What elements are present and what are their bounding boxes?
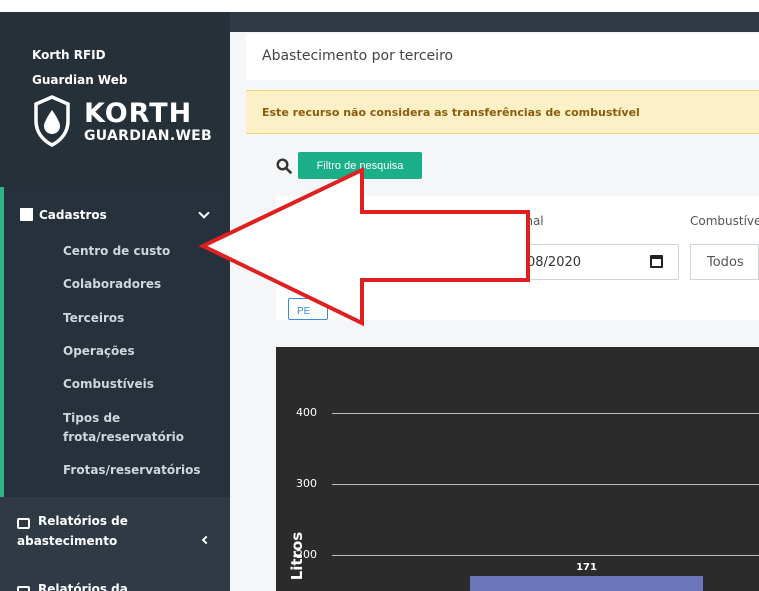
active-indicator — [0, 187, 4, 497]
alert-text: Este recurso não considera as transferên… — [262, 106, 640, 119]
warning-alert: Este recurso não considera as transferên… — [246, 90, 759, 134]
menu-head-label: Cadastros — [39, 208, 107, 222]
logo-title: KORTH — [84, 98, 193, 129]
search-button[interactable]: PE — [288, 298, 328, 320]
printer-icon — [17, 586, 30, 591]
combustivel-label: Combustíve — [690, 214, 759, 228]
menu-head-cadastros[interactable]: Cadastros — [20, 205, 220, 225]
sidebar-item-relatorios-da[interactable]: Relatórios da — [0, 580, 230, 591]
sidebar-item-tipos-de-frota-line1[interactable]: Tipos de — [63, 409, 120, 428]
sidebar-item-tipos-de-frota-line2[interactable]: frota/reservatório — [63, 428, 184, 447]
menu-group-cadastros: Cadastros Centro de custo Colaboradores … — [0, 187, 230, 497]
bar-value-label: 171 — [576, 561, 597, 573]
combustivel-select[interactable]: Todos — [690, 244, 759, 280]
y-tick-label: 400 — [296, 406, 317, 419]
logo: KORTH GUARDIAN.WEB — [32, 95, 232, 155]
chevron-left-icon — [201, 535, 211, 545]
sidebar-item-relatorios-abastecimento[interactable]: Relatórios de abastecimento — [0, 512, 230, 562]
date-value: 08/2020 — [527, 255, 582, 270]
y-tick-label: 300 — [296, 477, 317, 490]
y-tick-label: 200 — [296, 548, 317, 561]
header-bar — [230, 12, 759, 32]
relatorios-label-line2: abastecimento — [17, 534, 118, 548]
shield-drop-icon — [34, 95, 70, 147]
sidebar-item-frotas-reservatorios[interactable]: Frotas/reservatórios — [63, 461, 201, 480]
sidebar-item-combustiveis[interactable]: Combustíveis — [63, 375, 154, 394]
gridline — [332, 555, 759, 556]
logo-subtitle: GUARDIAN.WEB — [84, 128, 213, 144]
sidebar: Korth RFID Guardian Web KORTH GUARDIAN.W… — [0, 12, 230, 591]
sidebar-item-terceiros[interactable]: Terceiros — [63, 309, 124, 328]
sidebar-item-colaboradores[interactable]: Colaboradores — [63, 275, 161, 294]
sidebar-item-operacoes[interactable]: Operações — [63, 342, 135, 361]
relatorios-label-line1: Relatórios de — [38, 514, 128, 528]
folder-icon — [20, 207, 33, 221]
page-title: Abastecimento por terceiro — [262, 48, 454, 64]
filter-card: inal Combustíve 08/2020 Todos PE — [276, 196, 759, 320]
calendar-icon[interactable] — [650, 255, 663, 268]
gridline — [332, 484, 759, 485]
brand-line1: Korth RFID — [32, 48, 106, 62]
search-icon — [276, 158, 292, 174]
chart-area: Litros 400 300 200 171 — [276, 347, 759, 591]
filter-button[interactable]: Filtro de pesquisa — [298, 152, 422, 179]
date-final-label: inal — [522, 214, 544, 228]
brand-area: Korth RFID Guardian Web KORTH GUARDIAN.W… — [0, 12, 230, 187]
bar — [470, 575, 703, 591]
main-content: Abastecimento por terceiro Este recurso … — [230, 12, 759, 591]
relatorios-da-label: Relatórios da — [38, 582, 128, 591]
brand-line2: Guardian Web — [32, 73, 128, 87]
sidebar-item-centro-de-custo[interactable]: Centro de custo — [63, 242, 170, 261]
printer-icon — [17, 518, 30, 529]
title-card: Abastecimento por terceiro — [246, 34, 759, 80]
gridline — [332, 413, 759, 414]
top-strip — [0, 0, 759, 12]
date-final-input[interactable]: 08/2020 — [476, 244, 679, 280]
select-value: Todos — [707, 255, 744, 270]
